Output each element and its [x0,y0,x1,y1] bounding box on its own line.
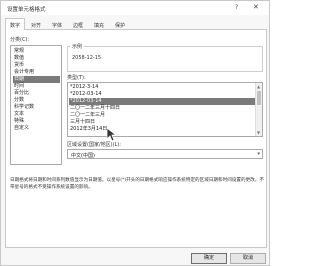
locale-select[interactable]: 中文(中国) ▾ [67,149,263,159]
category-label: 分类(C): [10,37,30,43]
cancel-button[interactable]: 取消 [230,253,266,264]
scroll-thumb[interactable] [257,91,261,105]
scroll-up-icon[interactable]: ▲ [257,84,260,89]
type-item[interactable]: *2012-03-14 [69,91,255,98]
tab-protection[interactable]: 保护 [110,18,130,30]
format-description: 日期格式将日期和时间系列数值显示为日期值。以星号(*)开头的日期格式响应操作系统… [10,178,264,190]
dialog-title: 设置单元格格式 [7,7,46,13]
mouse-cursor-icon [106,127,118,142]
help-button[interactable]: ? [235,4,238,11]
tab-strip: 数字 对齐 字体 边框 填充 保护 [5,18,267,31]
category-list[interactable]: 常规 数值 货币 会计专用 日期 时间 百分比 分数 科学记数 文本 特殊 自定… [10,45,62,165]
type-item[interactable]: *2012-3-14 [69,84,255,91]
category-item-currency[interactable]: 货币 [13,62,60,69]
category-item-time[interactable]: 时间 [13,83,60,90]
category-item-scientific[interactable]: 科学记数 [13,104,60,111]
type-label: 类型(T): [67,75,86,81]
category-item-text[interactable]: 文本 [13,111,60,118]
locale-label: 区域设置(国家/地区)(L): [67,142,121,148]
title-bar: 设置单元格格式 ? ✕ [1,1,269,15]
scroll-down-icon[interactable]: ▼ [257,130,260,135]
sample-label: 示例 [70,43,85,50]
type-list-scrollbar[interactable]: ▲ ▼ [255,83,262,136]
type-item[interactable]: 2012年3月14日 [69,126,255,133]
number-tab-panel: 分类(C): 常规 数值 货币 会计专用 日期 时间 百分比 分数 科学记数 文… [5,30,267,248]
type-item[interactable]: 二〇一二年三月 [69,112,255,119]
type-item[interactable]: 三月十四日 [69,119,255,126]
category-item-general[interactable]: 常规 [13,48,60,55]
type-item-selected[interactable]: *2012-03-14 [69,98,255,105]
tab-fill[interactable]: 填充 [89,18,109,30]
category-item-percentage[interactable]: 百分比 [13,90,60,97]
category-item-special[interactable]: 特殊 [13,118,60,125]
type-list[interactable]: *2012-3-14 *2012-03-14 *2012-03-14 二〇一二年… [67,82,263,137]
close-button[interactable]: ✕ [253,3,259,11]
chevron-down-icon[interactable]: ▾ [257,151,260,157]
tab-border[interactable]: 边框 [68,18,88,30]
tab-alignment[interactable]: 对齐 [26,18,46,30]
category-item-custom[interactable]: 自定义 [13,125,60,132]
category-item-number[interactable]: 数值 [13,55,60,62]
category-item-date[interactable]: 日期 [13,76,60,83]
tab-font[interactable]: 字体 [47,18,67,30]
locale-value: 中文(中国) [71,153,95,159]
sample-value: 2058-12-15 [72,55,102,61]
category-item-fraction[interactable]: 分数 [13,97,60,104]
type-item[interactable]: 二〇一二年三月十四日 [69,105,255,112]
ok-button[interactable]: 确定 [191,253,227,264]
category-item-accounting[interactable]: 会计专用 [13,69,60,76]
format-cells-dialog: 设置单元格格式 ? ✕ 数字 对齐 字体 边框 填充 保护 分类(C): 常规 … [0,0,270,266]
